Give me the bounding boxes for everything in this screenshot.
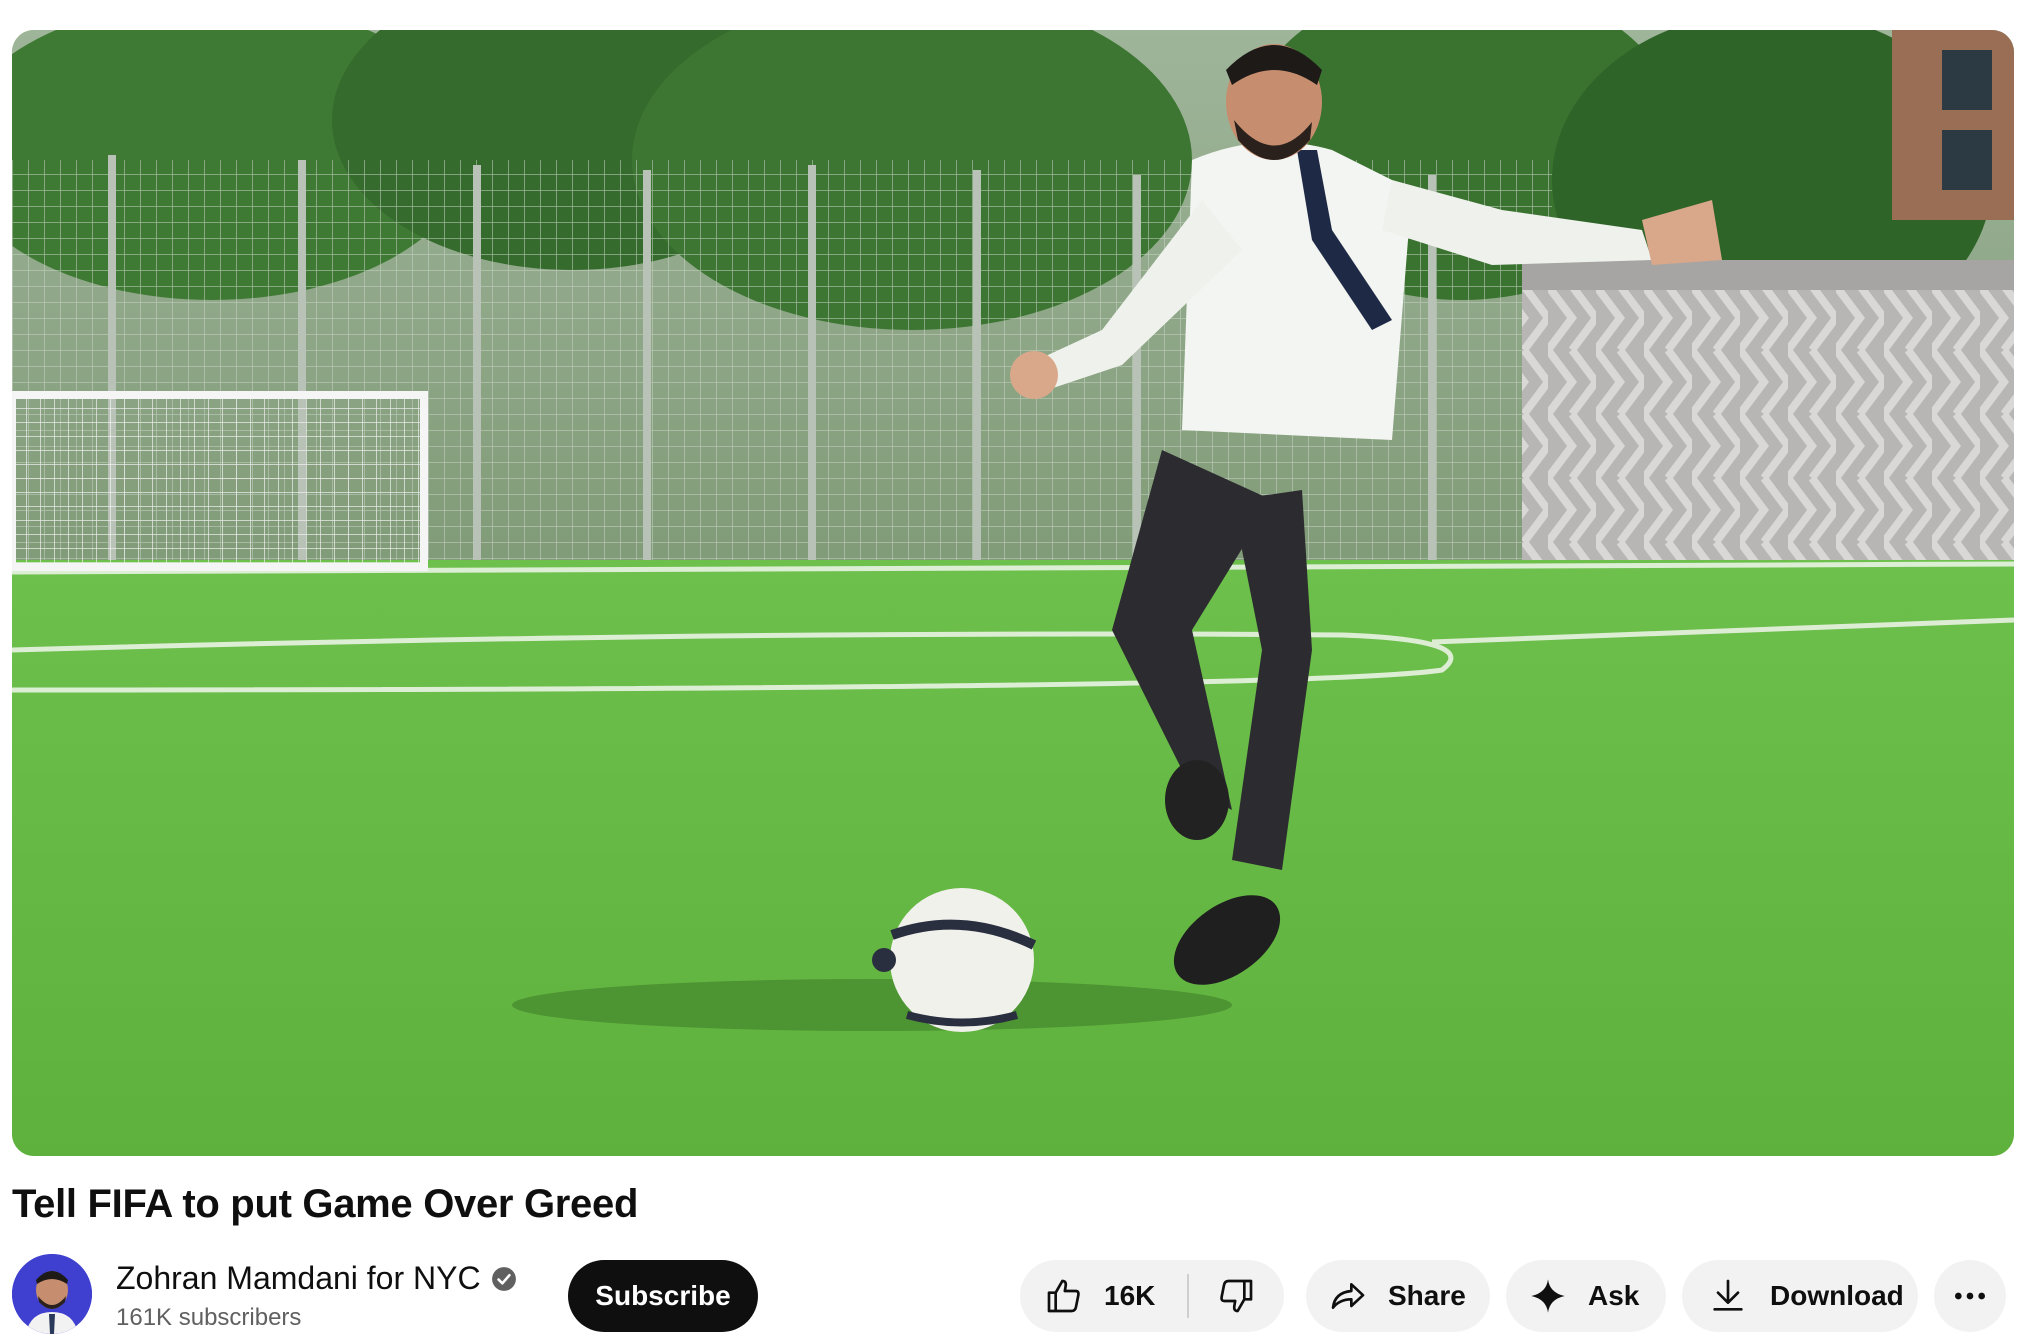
- like-count: 16K: [1104, 1280, 1156, 1311]
- video-actions-row: Zohran Mamdani for NYC 161K subscribers …: [12, 1252, 2014, 1334]
- sparkle-icon: [1531, 1279, 1565, 1313]
- subscribe-button[interactable]: Subscribe: [568, 1260, 758, 1332]
- share-button[interactable]: Share: [1306, 1260, 1490, 1332]
- channel-avatar[interactable]: [12, 1254, 92, 1334]
- more-actions-button[interactable]: [1934, 1260, 2006, 1332]
- download-button[interactable]: Download: [1682, 1260, 1918, 1332]
- download-icon: [1713, 1279, 1743, 1311]
- like-button[interactable]: 16K: [1020, 1260, 1177, 1332]
- channel-name-label: Zohran Mamdani for NYC: [116, 1260, 481, 1296]
- share-icon: [1331, 1283, 1365, 1309]
- video-title: Tell FIFA to put Game Over Greed: [12, 1182, 639, 1226]
- video-frame: [12, 30, 2014, 1156]
- download-label: Download: [1770, 1280, 1904, 1311]
- verified-badge-icon: [491, 1266, 516, 1291]
- thumbs-down-icon: [1220, 1279, 1253, 1313]
- subscriber-count: 161K subscribers: [116, 1304, 302, 1331]
- avatar-image: [12, 1254, 92, 1334]
- share-label: Share: [1388, 1280, 1466, 1311]
- ask-label: Ask: [1588, 1280, 1640, 1311]
- like-dislike-group: 16K: [1020, 1260, 1284, 1332]
- ask-button[interactable]: Ask: [1506, 1260, 1666, 1332]
- thumbs-up-icon: [1047, 1279, 1080, 1313]
- dislike-button[interactable]: [1189, 1260, 1284, 1332]
- channel-name[interactable]: Zohran Mamdani for NYC: [116, 1260, 517, 1297]
- more-horizontal-icon: [1955, 1292, 1985, 1300]
- video-player[interactable]: [12, 30, 2014, 1156]
